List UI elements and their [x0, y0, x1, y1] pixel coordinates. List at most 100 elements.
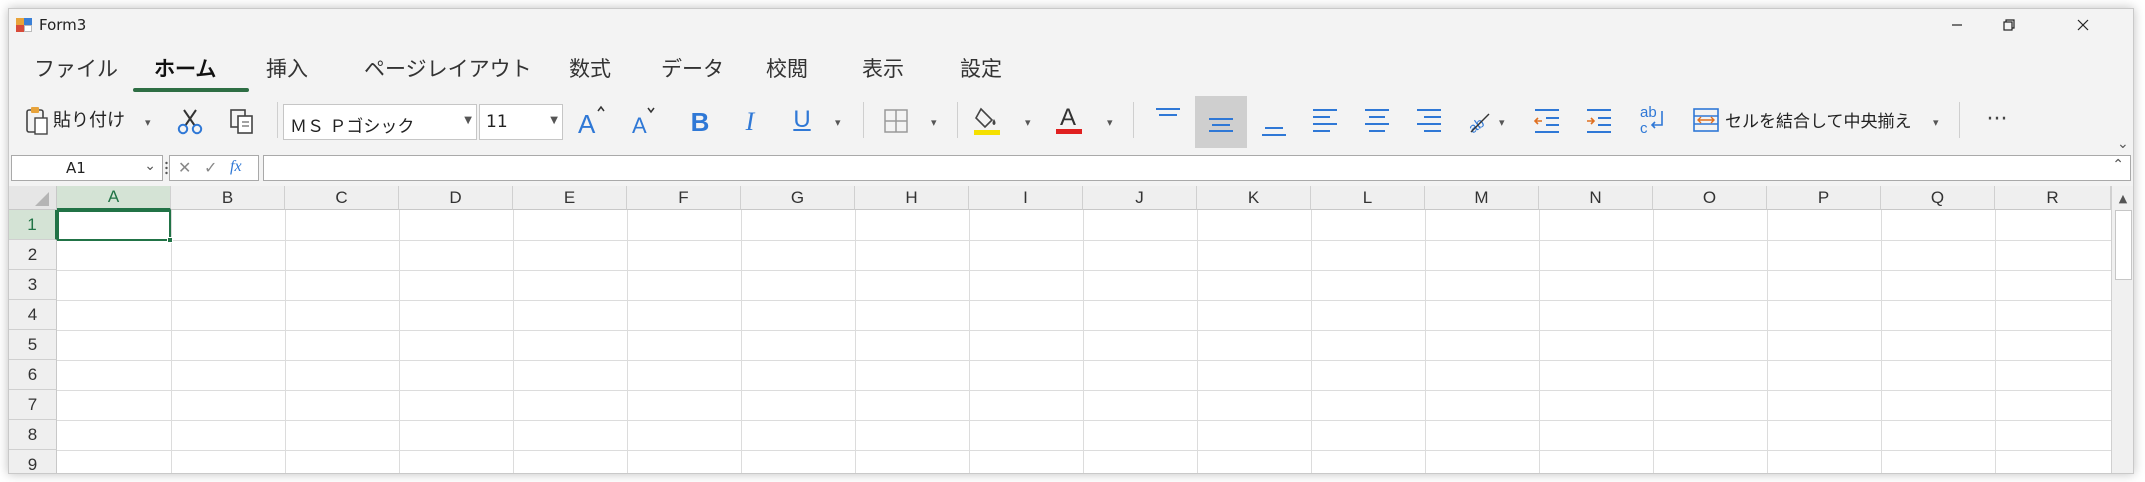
column-header[interactable]: N: [1539, 186, 1653, 210]
column-header[interactable]: C: [285, 186, 399, 210]
orientation-icon[interactable]: ab: [1465, 104, 1495, 138]
merge-dropdown-icon[interactable]: ▾: [1933, 116, 1939, 129]
font-color-dropdown-icon[interactable]: ▾: [1107, 116, 1113, 129]
merge-center-label[interactable]: セルを結合して中央揃え: [1725, 106, 1912, 132]
bold-button[interactable]: B: [683, 104, 717, 140]
tab-page-layout[interactable]: ページレイアウト: [364, 53, 532, 83]
underline-dropdown-icon[interactable]: ▾: [835, 116, 841, 129]
close-button[interactable]: [2057, 9, 2109, 41]
column-header[interactable]: J: [1083, 186, 1197, 210]
column-header[interactable]: Q: [1881, 186, 1995, 210]
row-header[interactable]: 4: [9, 300, 57, 330]
font-color-icon[interactable]: A: [1053, 100, 1087, 138]
column-header[interactable]: O: [1653, 186, 1767, 210]
select-all-corner[interactable]: [9, 186, 57, 210]
scroll-thumb[interactable]: [2115, 210, 2132, 280]
more-options-button[interactable]: ···: [1977, 104, 2017, 134]
row-header[interactable]: 5: [9, 330, 57, 360]
splitter-handle[interactable]: [165, 160, 168, 176]
column-header[interactable]: E: [513, 186, 627, 210]
vertical-scrollbar[interactable]: ▲: [2111, 186, 2133, 473]
underline-button[interactable]: U: [785, 102, 819, 138]
tab-home[interactable]: ホーム: [154, 53, 216, 83]
row-header[interactable]: 3: [9, 270, 57, 300]
decrease-font-icon[interactable]: A: [625, 104, 661, 140]
wrap-text-icon[interactable]: ab c: [1635, 102, 1669, 138]
enter-icon[interactable]: ✓: [204, 158, 217, 177]
tab-review[interactable]: 校閲: [766, 53, 808, 83]
chevron-up-icon[interactable]: ⌃: [2112, 157, 2124, 173]
spreadsheet-grid[interactable]: A B C D E F G H I J K L M N O P Q R 1 2 …: [9, 186, 2133, 473]
column-header[interactable]: M: [1425, 186, 1539, 210]
borders-dropdown-icon[interactable]: ▾: [931, 116, 937, 129]
restore-button[interactable]: [1983, 9, 2035, 41]
font-name-select[interactable]: ＭＳ Ｐゴシック ▼: [283, 104, 477, 140]
minimize-icon: [1952, 24, 1962, 26]
copy-icon[interactable]: [227, 106, 257, 136]
tab-file[interactable]: ファイル: [34, 53, 118, 83]
fill-color-dropdown-icon[interactable]: ▾: [1025, 116, 1031, 129]
column-header[interactable]: B: [171, 186, 285, 210]
gridline: [969, 210, 970, 473]
column-header[interactable]: D: [399, 186, 513, 210]
align-left-icon[interactable]: [1309, 104, 1341, 138]
fill-handle[interactable]: [167, 237, 173, 243]
align-right-icon[interactable]: [1413, 104, 1445, 138]
insert-function-icon[interactable]: fx: [230, 158, 242, 176]
minimize-button[interactable]: [1931, 9, 1983, 41]
gridline: [627, 210, 628, 473]
row-header[interactable]: 9: [9, 450, 57, 473]
name-box-value: A1: [66, 159, 86, 177]
column-header[interactable]: K: [1197, 186, 1311, 210]
row-header[interactable]: 8: [9, 420, 57, 450]
row-header[interactable]: 7: [9, 390, 57, 420]
gridline: [855, 210, 856, 473]
row-header[interactable]: 2: [9, 240, 57, 270]
tab-data[interactable]: データ: [661, 53, 724, 83]
increase-font-icon[interactable]: A: [573, 104, 609, 140]
row-header[interactable]: 1: [9, 210, 57, 240]
svg-text:A: A: [632, 113, 647, 138]
column-header[interactable]: L: [1311, 186, 1425, 210]
borders-icon[interactable]: [881, 106, 911, 136]
gridline: [1425, 210, 1426, 473]
column-header[interactable]: G: [741, 186, 855, 210]
increase-indent-icon[interactable]: [1583, 104, 1615, 138]
column-header[interactable]: R: [1995, 186, 2111, 210]
formula-input[interactable]: ⌃: [263, 155, 2131, 181]
align-middle-icon: [1209, 118, 1233, 132]
decrease-indent-icon[interactable]: [1531, 104, 1563, 138]
scroll-up-icon[interactable]: ▲: [2112, 188, 2133, 208]
cancel-icon[interactable]: ✕: [178, 158, 191, 177]
tab-settings[interactable]: 設定: [960, 53, 1002, 83]
column-header[interactable]: H: [855, 186, 969, 210]
active-cell[interactable]: [57, 210, 171, 241]
align-top-icon[interactable]: [1151, 102, 1185, 136]
window-title: Form3: [39, 16, 87, 34]
row-header[interactable]: 6: [9, 360, 57, 390]
orientation-dropdown-icon[interactable]: ▾: [1499, 116, 1505, 129]
align-bottom-icon[interactable]: [1257, 104, 1291, 142]
paste-label[interactable]: 貼り付け: [53, 106, 125, 132]
column-header[interactable]: F: [627, 186, 741, 210]
gridline: [57, 420, 2111, 421]
gridline: [1767, 210, 1768, 473]
tab-formulas[interactable]: 数式: [569, 53, 611, 83]
merge-center-icon[interactable]: [1691, 104, 1721, 136]
separator: [863, 102, 864, 138]
tab-view[interactable]: 表示: [862, 53, 904, 83]
name-box[interactable]: A1 ⌄: [11, 155, 163, 181]
column-header[interactable]: A: [57, 186, 171, 210]
fill-color-icon[interactable]: [971, 102, 1005, 138]
column-header[interactable]: I: [969, 186, 1083, 210]
cut-icon[interactable]: [175, 106, 205, 136]
italic-button[interactable]: I: [733, 104, 767, 140]
paste-dropdown-icon[interactable]: ▾: [145, 116, 151, 129]
align-middle-button[interactable]: [1195, 96, 1247, 148]
svg-text:A: A: [1060, 104, 1076, 131]
font-size-select[interactable]: 11 ▼: [479, 104, 563, 140]
column-header[interactable]: P: [1767, 186, 1881, 210]
paste-icon[interactable]: [25, 106, 49, 136]
align-center-icon[interactable]: [1361, 104, 1393, 138]
tab-insert[interactable]: 挿入: [266, 53, 308, 83]
